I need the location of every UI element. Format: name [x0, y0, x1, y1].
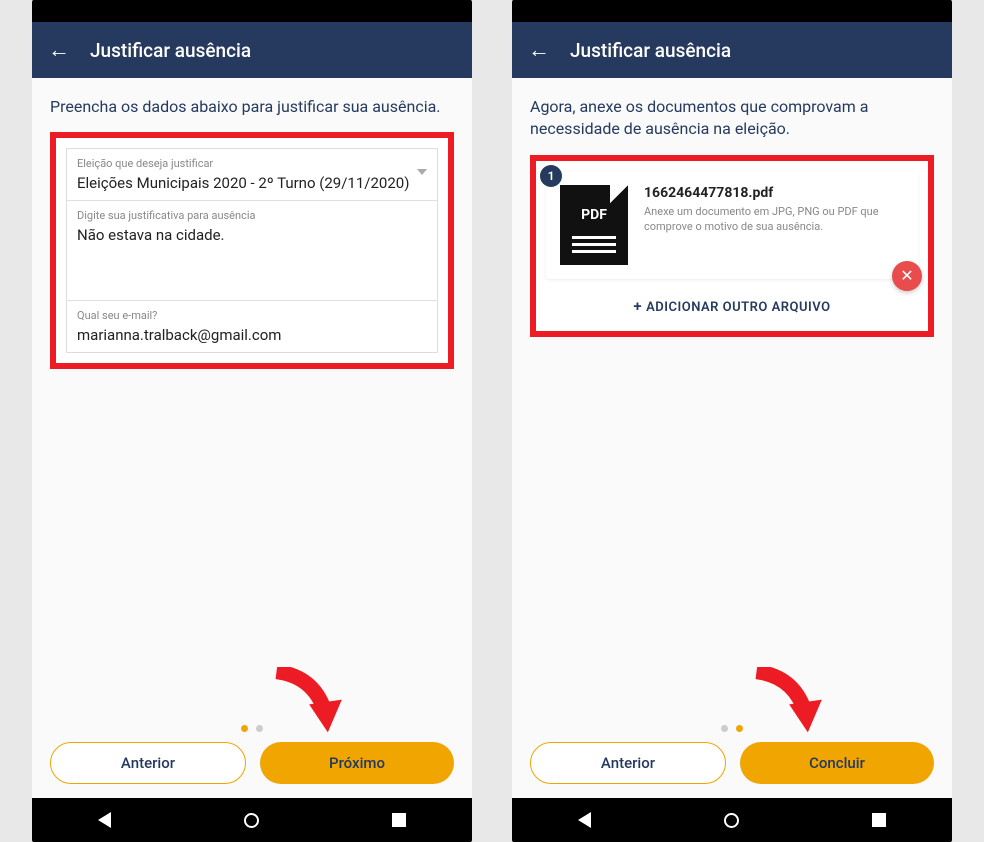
chevron-down-icon [417, 169, 427, 175]
button-row: Anterior Concluir [512, 742, 952, 798]
page-dot [256, 725, 263, 732]
reason-textarea[interactable]: Digite sua justificativa para ausência N… [67, 201, 437, 301]
close-icon: ✕ [900, 266, 913, 285]
phone-screen-form: ← Justificar ausência Preencha os dados … [32, 0, 472, 842]
back-icon[interactable]: ← [48, 37, 70, 63]
nav-home-icon[interactable] [724, 813, 739, 828]
android-nav-bar [32, 798, 472, 842]
highlight-box: Eleição que deseja justificar Eleições M… [50, 132, 454, 369]
nav-back-icon[interactable] [98, 812, 111, 828]
election-select[interactable]: Eleição que deseja justificar Eleições M… [67, 149, 437, 201]
field-label: Eleição que deseja justificar [77, 157, 427, 170]
form-card: Eleição que deseja justificar Eleições M… [66, 148, 438, 353]
add-file-button[interactable]: + ADICIONAR OUTRO ARQUIVO [546, 279, 918, 321]
field-label: Digite sua justificativa para ausência [77, 209, 427, 222]
phone-screen-attach: ← Justificar ausência Agora, anexe os do… [512, 0, 952, 842]
pagination-dots [50, 725, 454, 732]
app-header: ← Justificar ausência [32, 22, 472, 78]
plus-icon: + [633, 297, 642, 315]
field-value: Não estava na cidade. [77, 226, 427, 244]
back-icon[interactable]: ← [528, 37, 550, 63]
attachment-info: 1662464477818.pdf Anexe um documento em … [644, 185, 904, 265]
finish-button[interactable]: Concluir [740, 742, 934, 784]
page-dot-active [736, 725, 743, 732]
page-title: Justificar ausência [570, 39, 731, 62]
content-area: Preencha os dados abaixo para justificar… [32, 78, 472, 742]
add-file-label: ADICIONAR OUTRO ARQUIVO [646, 300, 831, 315]
page-title: Justificar ausência [90, 39, 251, 62]
next-button[interactable]: Próximo [260, 742, 454, 784]
attachment-card[interactable]: 1 PDF 1662464477818.pdf Anexe um documen… [546, 171, 918, 279]
content-area: Agora, anexe os documentos que comprovam… [512, 78, 952, 742]
button-row: Anterior Próximo [32, 742, 472, 798]
attachment-filename: 1662464477818.pdf [644, 185, 904, 201]
nav-home-icon[interactable] [244, 813, 259, 828]
nav-recent-icon[interactable] [872, 813, 886, 827]
attachment-description: Anexe um documento em JPG, PNG ou PDF qu… [644, 205, 904, 235]
delete-attachment-button[interactable]: ✕ [892, 261, 922, 291]
status-bar [512, 0, 952, 22]
field-value: marianna.tralback@gmail.com [77, 326, 427, 344]
previous-button[interactable]: Anterior [50, 742, 246, 784]
attachment-index-badge: 1 [540, 165, 562, 187]
pdf-label: PDF [560, 207, 628, 223]
page-dot-active [241, 725, 248, 732]
app-header: ← Justificar ausência [512, 22, 952, 78]
android-nav-bar [512, 798, 952, 842]
previous-button[interactable]: Anterior [530, 742, 726, 784]
email-field[interactable]: Qual seu e-mail? marianna.tralback@gmail… [67, 301, 437, 352]
field-label: Qual seu e-mail? [77, 309, 427, 322]
highlight-box: 1 PDF 1662464477818.pdf Anexe um documen… [530, 155, 934, 337]
page-dot [721, 725, 728, 732]
nav-recent-icon[interactable] [392, 813, 406, 827]
instruction-text: Agora, anexe os documentos que comprovam… [530, 96, 934, 141]
status-bar [32, 0, 472, 22]
instruction-text: Preencha os dados abaixo para justificar… [50, 96, 454, 118]
pagination-dots [530, 725, 934, 732]
pdf-file-icon: PDF [560, 185, 628, 265]
field-value: Eleições Municipais 2020 - 2º Turno (29/… [77, 174, 427, 192]
nav-back-icon[interactable] [578, 812, 591, 828]
